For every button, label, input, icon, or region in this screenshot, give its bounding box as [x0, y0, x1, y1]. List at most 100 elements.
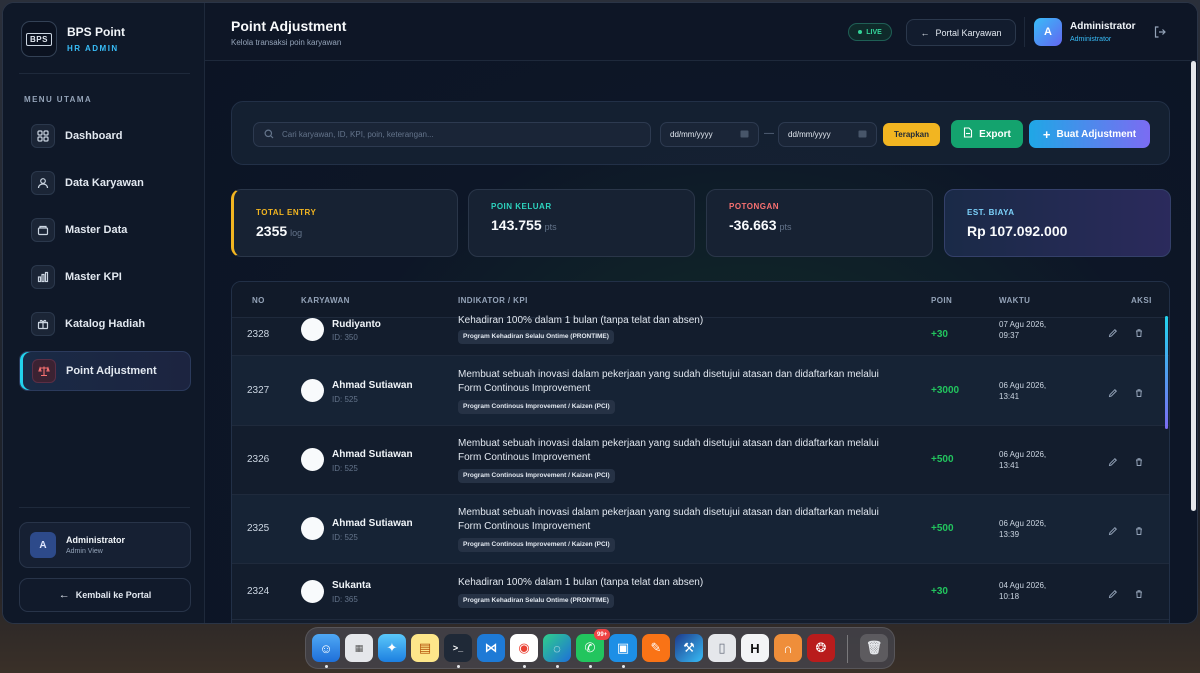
page-subtitle: Kelola transaksi poin karyawan	[231, 38, 342, 47]
trash-icon[interactable]	[1134, 586, 1144, 604]
avatar[interactable]: A	[1034, 18, 1062, 46]
brand-logo: BPS	[21, 21, 57, 57]
user-role: Admin View	[66, 548, 103, 555]
edit-icon[interactable]	[1108, 325, 1118, 343]
trash-icon[interactable]: 🗑	[860, 634, 888, 662]
vscode-icon[interactable]: ⋈	[477, 634, 505, 662]
table-row[interactable]: 2327 Ahmad Sutiawan ID: 525 Membuat sebu…	[232, 356, 1169, 426]
docker-icon[interactable]: ▣	[609, 634, 637, 662]
preview-icon[interactable]: ▯	[708, 634, 736, 662]
table-row[interactable]: 2328 Rudiyanto ID: 350 Kehadiran 100% da…	[232, 315, 1169, 356]
whatsapp-icon[interactable]: ✆ 99+	[576, 629, 611, 662]
menu-title: MENU UTAMA	[24, 95, 93, 104]
notification-badge: 99+	[594, 629, 611, 640]
brand-name: BPS Point	[67, 25, 126, 39]
archive-icon	[31, 218, 55, 242]
edit-icon[interactable]	[1108, 586, 1118, 604]
edit-icon[interactable]	[1108, 385, 1118, 403]
table-row[interactable]: 2324 Sukanta ID: 365 Kehadiran 100% dala…	[232, 564, 1169, 620]
trash-icon[interactable]	[1134, 385, 1144, 403]
column-header-kpi: INDIKATOR / KPI	[458, 296, 528, 305]
edge-icon[interactable]: ◌	[543, 634, 571, 662]
program-tag: Program Kehadiran Selalu Ontime (PRONTIM…	[458, 330, 614, 344]
launchpad-icon[interactable]: ▦	[345, 634, 373, 662]
column-header-no: NO	[252, 296, 265, 305]
points-value: +500	[931, 454, 954, 465]
xcode-icon[interactable]: ⚒	[675, 634, 703, 662]
filter-toolbar: dd/mm/yyyy — dd/mm/yyyy Terapkan Export	[231, 101, 1170, 165]
export-button[interactable]: Export	[951, 120, 1023, 148]
date-to-input[interactable]: dd/mm/yyyy	[778, 122, 877, 147]
sidebar-item-master-kpi[interactable]: Master KPI	[19, 257, 191, 297]
stat-value: -36.663	[729, 217, 777, 233]
sidebar-user-card[interactable]: A Administrator Admin View	[19, 522, 191, 568]
sidebar-item-data-karyawan[interactable]: Data Karyawan	[19, 163, 191, 203]
portal-karyawan-button[interactable]: ← Portal Karyawan	[906, 19, 1016, 46]
create-adjustment-button[interactable]: + Buat Adjustment	[1029, 120, 1150, 148]
stat-value: 143.755	[491, 217, 542, 233]
search-input[interactable]	[282, 130, 632, 139]
trash-icon[interactable]	[1134, 325, 1144, 343]
date-separator: —	[764, 128, 774, 139]
running-indicator	[523, 665, 526, 668]
edit-icon[interactable]	[1108, 454, 1118, 472]
trash-icon[interactable]	[1134, 454, 1144, 472]
stat-est-biaya: EST. BIAYA Rp 107.092.000	[944, 189, 1171, 257]
table-row[interactable]: 2325 Ahmad Sutiawan ID: 525 Membuat sebu…	[232, 495, 1169, 564]
grid-icon	[31, 124, 55, 148]
points-value: +30	[931, 329, 948, 340]
running-indicator	[325, 665, 328, 668]
bar-chart-icon	[31, 265, 55, 289]
table-row[interactable]: 2326 Ahmad Sutiawan ID: 525 Membuat sebu…	[232, 426, 1169, 495]
headset-icon[interactable]: ∩	[774, 634, 802, 662]
live-badge: LIVE	[848, 23, 892, 41]
apply-filter-button[interactable]: Terapkan	[883, 123, 940, 146]
brand[interactable]: BPS BPS Point HR ADMIN	[21, 21, 125, 57]
sidebar-divider	[19, 73, 190, 74]
sidebar-item-label: Data Karyawan	[65, 177, 144, 189]
sidebar-item-label: Dashboard	[65, 130, 123, 142]
table-scrollbar[interactable]	[1165, 316, 1168, 429]
sidebar-item-point-adjustment[interactable]: Point Adjustment	[19, 351, 191, 391]
live-dot-icon	[858, 30, 863, 34]
sidebar-item-master-data[interactable]: Master Data	[19, 210, 191, 250]
hammer-icon[interactable]: H	[741, 634, 769, 662]
file-icon	[963, 127, 973, 141]
scrollbar-thumb[interactable]	[1191, 61, 1196, 511]
arrow-left-icon: ←	[58, 589, 70, 601]
program-tag: Program Continous Improvement / Kaizen (…	[458, 400, 615, 414]
user-name: Administrator	[66, 535, 126, 545]
notes-icon[interactable]: ▤	[411, 634, 439, 662]
postman-icon[interactable]: ✎	[642, 634, 670, 662]
shield-app-icon[interactable]: ❂	[807, 634, 835, 662]
window-scrollbar[interactable]	[1191, 61, 1196, 511]
safari-icon[interactable]: ✦	[378, 634, 406, 662]
admin-role: Administrator	[1070, 36, 1112, 43]
sidebar-item-label: Master Data	[65, 224, 128, 236]
running-indicator	[457, 665, 460, 668]
stat-poin-keluar: POIN KELUAR 143.755 pts	[468, 189, 695, 257]
stat-label: POTONGAN	[729, 202, 780, 211]
terminal-icon[interactable]: >_	[444, 634, 472, 662]
header-divider	[1024, 17, 1025, 47]
running-indicator	[622, 665, 625, 668]
sidebar-item-katalog-hadiah[interactable]: Katalog Hadiah	[19, 304, 191, 344]
page-header: Point Adjustment Kelola transaksi poin k…	[205, 3, 1197, 61]
admin-name: Administrator	[1070, 21, 1136, 32]
chrome-icon[interactable]: ◉	[510, 634, 538, 662]
arrow-left-icon: ←	[920, 27, 930, 38]
app-window: BPS BPS Point HR ADMIN MENU UTAMA Dashbo…	[2, 2, 1198, 624]
back-to-portal-button[interactable]: ← Kembali ke Portal	[19, 578, 191, 612]
logout-icon[interactable]	[1153, 25, 1167, 44]
sidebar-item-dashboard[interactable]: Dashboard	[19, 116, 191, 156]
edit-icon[interactable]	[1108, 523, 1118, 541]
sidebar-item-label: Katalog Hadiah	[65, 318, 146, 330]
users-icon	[31, 171, 55, 195]
stat-label: POIN KELUAR	[491, 202, 552, 211]
trash-icon[interactable]	[1134, 523, 1144, 541]
program-tag: Program Continous Improvement / Kaizen (…	[458, 469, 615, 483]
date-from-input[interactable]: dd/mm/yyyy	[660, 122, 759, 147]
plus-icon: +	[1042, 126, 1051, 142]
finder-icon[interactable]: ☺	[312, 634, 340, 662]
search-box[interactable]	[253, 122, 651, 147]
